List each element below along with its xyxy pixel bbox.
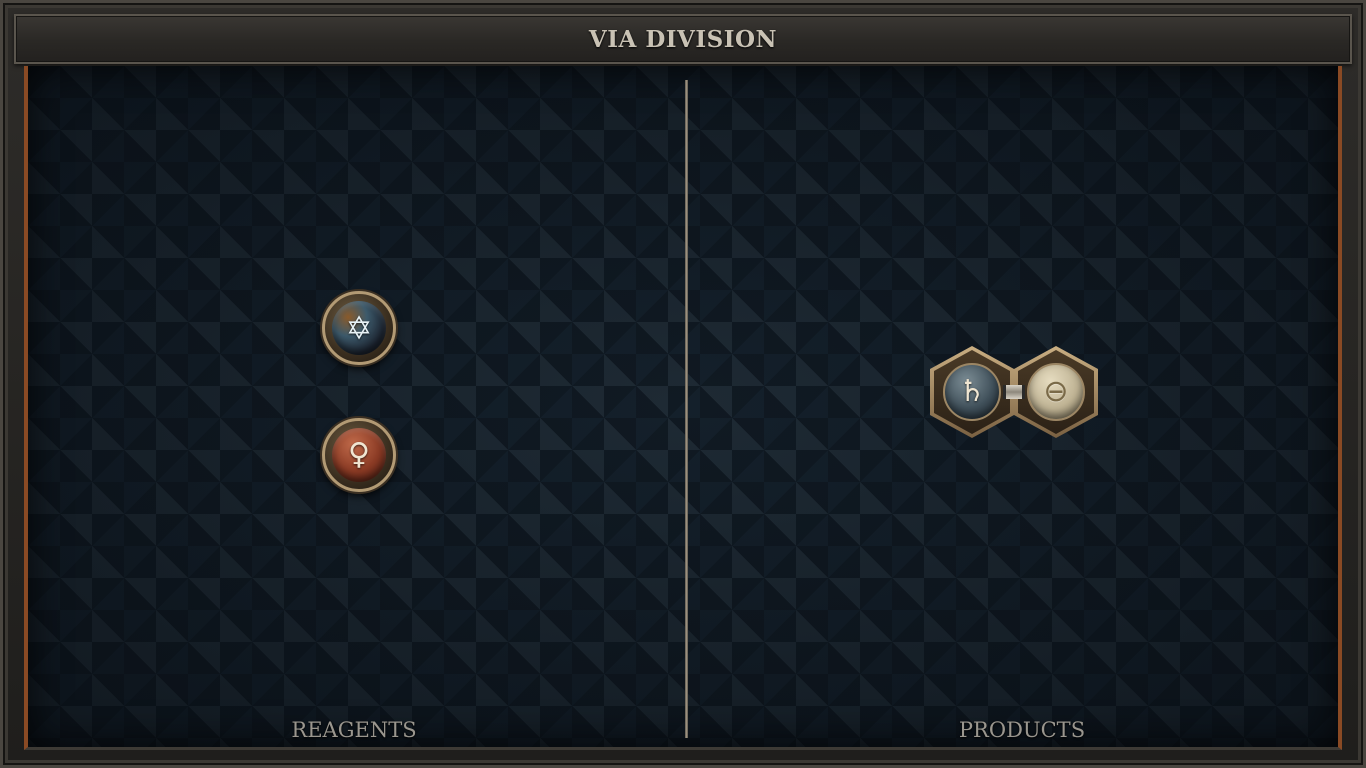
products-label: PRODUCTS [958,718,1086,742]
quintessence-icon: ✡ [345,309,373,347]
recipe-board: ✡ ♀ REAGENTS ♄ ⊖ PRODUCTS [24,66,1342,750]
products-panel: ♄ ⊖ PRODUCTS [688,66,1342,750]
product-atom-salt: ⊖ [1027,363,1085,421]
reagent-atom-quintessence[interactable]: ✡ [322,291,396,365]
reagents-panel: ✡ ♀ REAGENTS [28,66,685,750]
title-bar: VIA DIVISION [14,14,1352,64]
copper-icon: ♀ [348,437,370,472]
product-atom-lead: ♄ [943,363,1001,421]
product-bond [1003,385,1025,399]
reagent-atom-copper[interactable]: ♀ [322,418,396,492]
salt-icon: ⊖ [1043,374,1069,409]
page-title: VIA DIVISION [588,25,778,53]
product-molecule[interactable]: ♄ ⊖ [930,346,1100,442]
lead-icon: ♄ [958,374,986,409]
reagents-label: REAGENTS [291,718,417,742]
